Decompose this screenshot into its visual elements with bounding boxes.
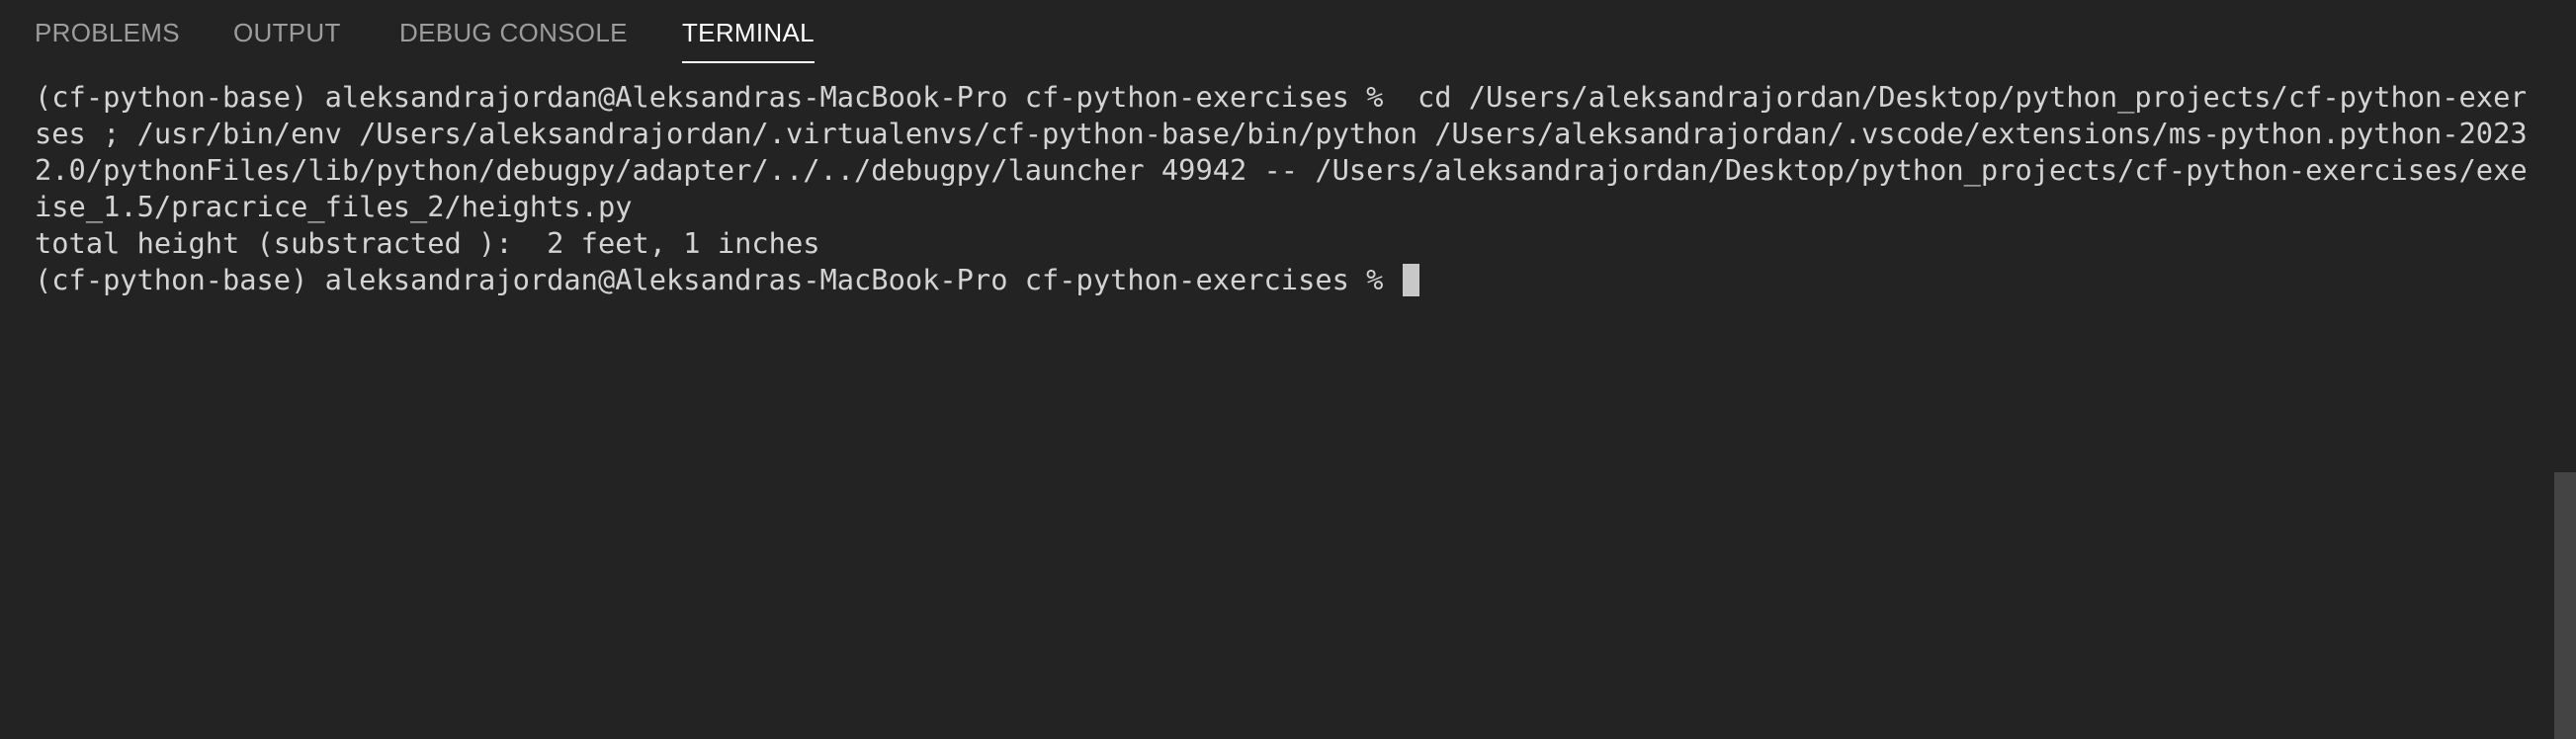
terminal-line: ise_1.5/pracrice_files_2/heights.py: [35, 190, 633, 223]
terminal-line: ses ; /usr/bin/env /Users/aleksandrajord…: [35, 117, 2526, 150]
tab-terminal[interactable]: TERMINAL: [682, 0, 815, 63]
terminal-line: 2.0/pythonFiles/lib/python/debugpy/adapt…: [35, 153, 2526, 187]
terminal-prompt-line[interactable]: (cf-python-base) aleksandrajordan@Aleksa…: [35, 262, 2526, 298]
terminal-output[interactable]: (cf-python-base) aleksandrajordan@Aleksa…: [35, 79, 2526, 298]
scrollbar[interactable]: [2554, 0, 2576, 739]
active-tab-indicator: [682, 61, 815, 63]
terminal-prompt: (cf-python-base) aleksandrajordan@Aleksa…: [35, 263, 1401, 296]
terminal-cursor: [1402, 264, 1419, 296]
tab-debug-console[interactable]: DEBUG CONSOLE: [399, 0, 628, 63]
tab-output[interactable]: OUTPUT: [233, 0, 341, 63]
panel-tab-bar: PROBLEMS OUTPUT DEBUG CONSOLE TERMINAL: [0, 0, 2576, 65]
terminal-line: total height (substracted ): 2 feet, 1 i…: [35, 226, 820, 260]
scrollbar-thumb[interactable]: [2554, 472, 2576, 739]
terminal-panel: PROBLEMS OUTPUT DEBUG CONSOLE TERMINAL (…: [0, 0, 2576, 739]
tab-problems[interactable]: PROBLEMS: [35, 0, 180, 63]
tab-terminal-label: TERMINAL: [682, 18, 815, 47]
terminal-line: (cf-python-base) aleksandrajordan@Aleksa…: [35, 80, 2526, 114]
